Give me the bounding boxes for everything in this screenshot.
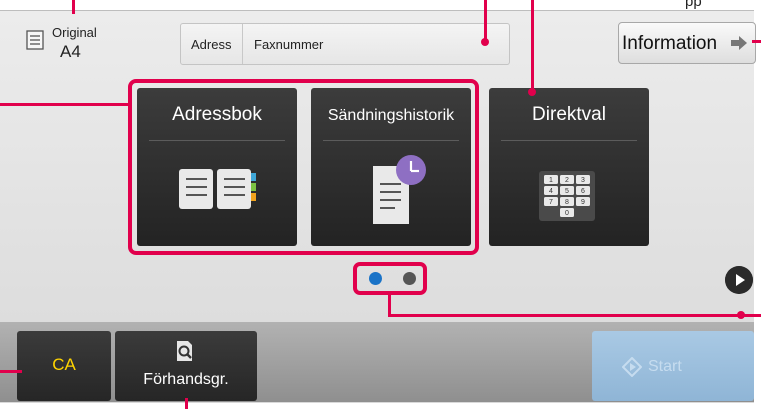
play-next-icon[interactable] [725, 266, 753, 294]
keypad-key-label: 1 [549, 177, 553, 184]
start-button[interactable]: Start [592, 331, 754, 401]
fax-easy-screen: Original A4 Adress Faxnummer Information… [0, 0, 761, 409]
keypad-key-label: 0 [565, 210, 569, 217]
callout-line-ca [0, 370, 22, 373]
callout-line-pager-horizontal [388, 314, 761, 317]
preview-button[interactable]: Förhandsgr. [115, 331, 257, 401]
callout-dot-pager [737, 311, 745, 319]
preview-label: Förhandsgr. [143, 371, 229, 388]
information-button[interactable]: Information [618, 22, 756, 64]
pager-highlight [353, 262, 427, 295]
original-label[interactable]: Original [52, 25, 97, 40]
magnifier-document-icon [177, 341, 192, 361]
keypad-key-label: 3 [581, 177, 585, 184]
address-separator [242, 24, 243, 64]
callout-line-tiles [0, 103, 130, 106]
tile-divider [501, 140, 637, 141]
ca-label: CA [52, 355, 76, 374]
start-label: Start [648, 358, 682, 375]
callout-line-original [72, 0, 75, 14]
tile-group-highlight [128, 79, 479, 255]
keypad-key-label: 2 [565, 177, 569, 184]
callout-line-information [752, 40, 761, 43]
tile-label-direct-dial: Direktval [532, 104, 606, 125]
callout-line-direct-dial [531, 0, 534, 92]
callout-dot-direct-dial [528, 88, 536, 96]
document-icon[interactable] [26, 30, 44, 50]
callout-dot-address [481, 38, 489, 46]
keypad-key-label: 7 [549, 199, 553, 206]
direct-dial-tile[interactable]: Direktval 1 2 3 4 5 6 7 8 9 0 [489, 88, 649, 246]
callout-line-preview [185, 398, 188, 409]
keypad-key-label: 8 [565, 199, 569, 206]
arrow-right-icon [731, 36, 747, 50]
cropped-edge-text: pp [685, 0, 702, 10]
address-label: Adress [191, 37, 232, 52]
keypad-key-label: 4 [549, 188, 553, 195]
keypad-icon: 1 2 3 4 5 6 7 8 9 0 [539, 171, 595, 221]
information-label: Information [622, 33, 718, 54]
keypad-key-label: 5 [565, 188, 569, 195]
address-input[interactable]: Faxnummer [254, 37, 323, 52]
keypad-key-label: 6 [581, 188, 585, 195]
original-size[interactable]: A4 [60, 42, 81, 62]
clear-all-button[interactable]: CA [17, 331, 111, 401]
keypad-key-label: 9 [581, 199, 585, 206]
start-diamond-icon [622, 357, 642, 377]
address-field[interactable]: Adress Faxnummer [180, 23, 510, 65]
